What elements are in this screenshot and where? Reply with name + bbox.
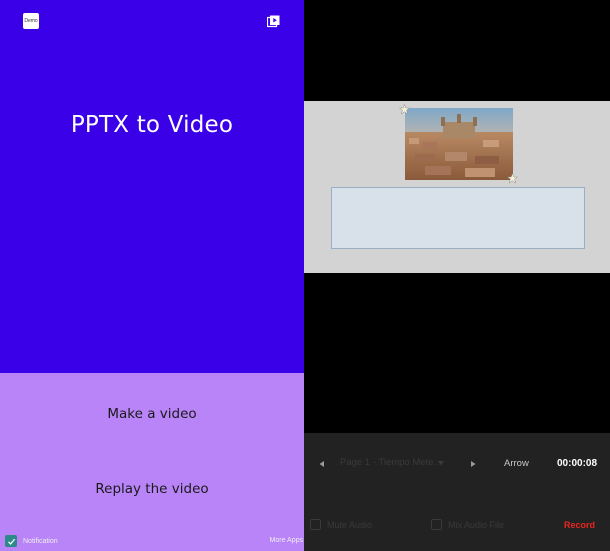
city-photo	[405, 108, 513, 180]
slide-preview	[304, 101, 610, 273]
header-area: Demo PPTX to Video	[0, 0, 304, 373]
mix-audio-label: Mix Audio File	[448, 519, 505, 530]
previous-page-icon[interactable]	[318, 460, 326, 468]
demo-badge[interactable]: Demo	[23, 13, 39, 29]
app-title: PPTX to Video	[70, 112, 234, 138]
make-video-button[interactable]: Make a video	[0, 406, 304, 422]
menu-area	[0, 373, 304, 551]
home-panel: Demo PPTX to Video Make a video Replay t…	[0, 0, 304, 551]
star-icon[interactable]	[399, 104, 410, 115]
recording-controls: Page 1 - Tiempo Meteor... Arrow 00:00:08…	[304, 433, 610, 551]
mix-audio-checkbox[interactable]	[431, 519, 442, 530]
mute-audio-checkbox[interactable]	[310, 519, 321, 530]
notification-label: Notification	[23, 537, 58, 545]
video-preview-panel: Page 1 - Tiempo Meteor... Arrow 00:00:08…	[304, 0, 610, 551]
star-icon[interactable]	[507, 173, 518, 184]
mute-audio-option[interactable]: Mute Audio	[310, 519, 372, 530]
record-button[interactable]: Record	[564, 520, 595, 530]
page-select[interactable]: Page 1 - Tiempo Meteor...	[340, 457, 448, 471]
next-page-icon[interactable]	[469, 460, 477, 468]
recording-timer: 00:00:08	[557, 458, 598, 469]
slide-textbox	[331, 187, 585, 249]
notification-toggle[interactable]: Notification	[5, 535, 58, 547]
check-icon	[7, 538, 15, 545]
notification-checkbox[interactable]	[5, 535, 17, 547]
pointer-tool-select[interactable]: Arrow	[504, 458, 529, 469]
chevron-down-icon	[438, 461, 444, 466]
mute-audio-label: Mute Audio	[327, 519, 373, 530]
video-library-icon[interactable]	[267, 15, 280, 28]
mix-audio-option[interactable]: Mix Audio File	[431, 519, 504, 530]
more-apps-link[interactable]: More Apps	[270, 537, 303, 544]
replay-video-button[interactable]: Replay the video	[0, 481, 304, 497]
